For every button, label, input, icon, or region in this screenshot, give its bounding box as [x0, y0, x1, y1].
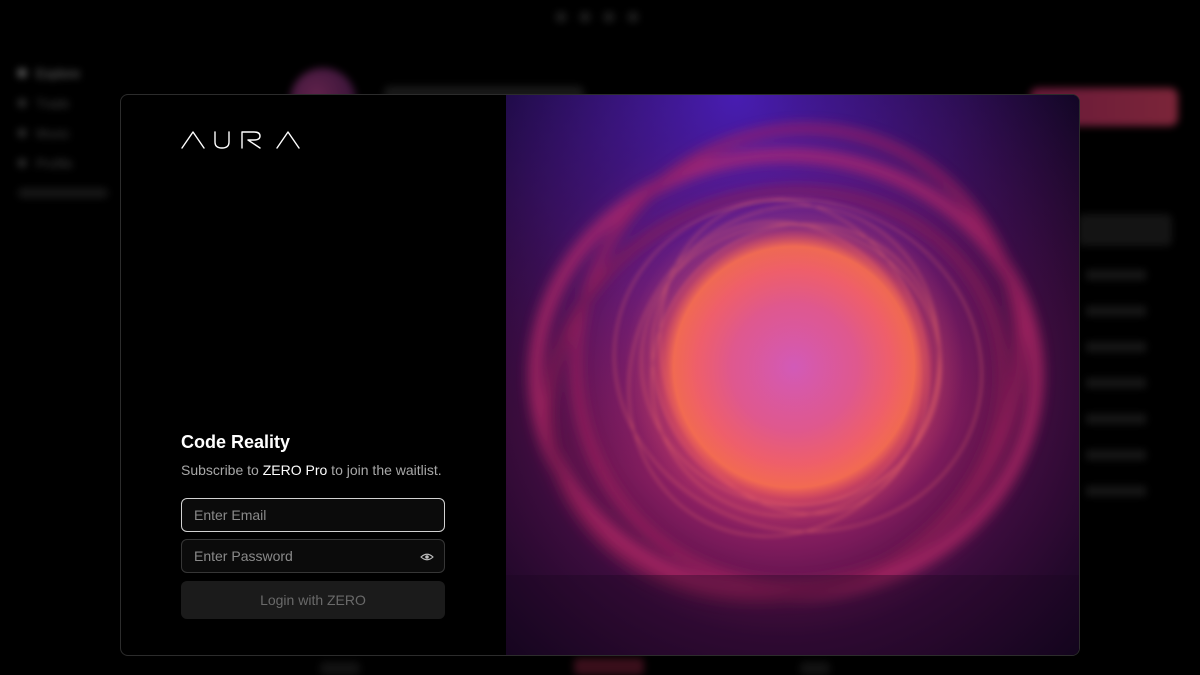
background-sidebar-footer [18, 188, 108, 198]
nav-icon [18, 69, 26, 77]
login-panel: Code Reality Subscribe to ZERO Pro to jo… [121, 95, 506, 655]
aura-logo [181, 131, 301, 149]
nav-icon [18, 99, 26, 107]
subtitle-highlight: ZERO Pro [262, 462, 328, 478]
password-field[interactable] [182, 540, 444, 572]
modal-heading: Code Reality [181, 432, 291, 452]
sidebar-item: Music [18, 118, 80, 148]
top-toolbar-icons [556, 12, 638, 22]
sidebar-item: Explore [18, 58, 80, 88]
background-panel-header [1078, 214, 1172, 246]
show-password-icon[interactable] [420, 550, 434, 564]
email-field[interactable] [182, 499, 444, 531]
background-footer-item [800, 662, 830, 675]
background-footer-item [574, 658, 644, 675]
background-sidebar: Explore Trade Music Profile [18, 58, 80, 178]
password-field-wrapper [181, 539, 445, 573]
login-button[interactable]: Login with ZERO [181, 581, 445, 619]
email-field-wrapper [181, 498, 445, 532]
sidebar-item: Trade [18, 88, 80, 118]
toolbar-icon [580, 12, 590, 22]
nav-icon [18, 159, 26, 167]
hero-artwork [506, 95, 1079, 655]
modal-subtitle: Subscribe to ZERO Pro to join the waitli… [181, 462, 442, 478]
background-panel-list [1086, 270, 1146, 500]
toolbar-icon [556, 12, 566, 22]
toolbar-icon [604, 12, 614, 22]
nav-icon [18, 129, 26, 137]
login-modal: Code Reality Subscribe to ZERO Pro to jo… [120, 94, 1080, 656]
toolbar-icon [628, 12, 638, 22]
background-footer-item [320, 662, 360, 675]
sidebar-item: Profile [18, 148, 80, 178]
